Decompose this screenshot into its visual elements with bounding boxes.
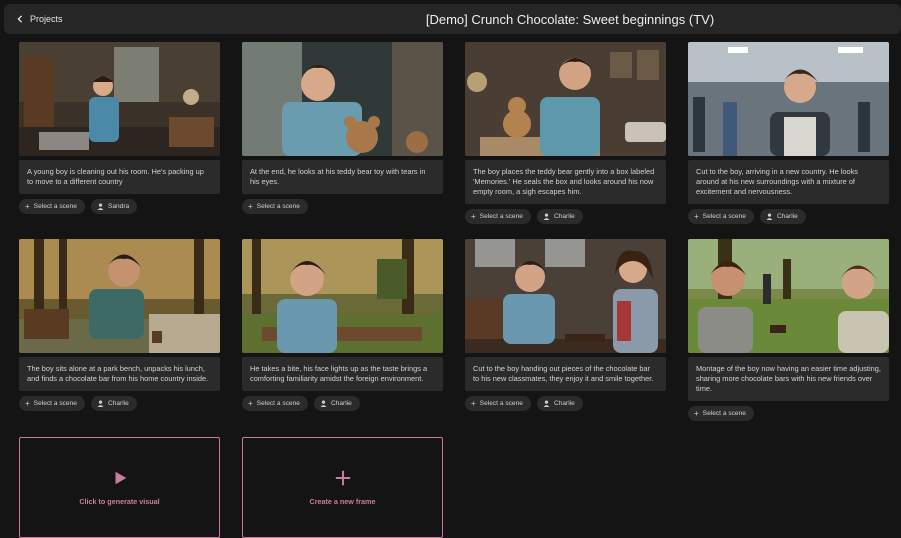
frame-caption[interactable]: Cut to the boy handing out pieces of the… bbox=[465, 357, 666, 391]
plus-icon bbox=[335, 470, 350, 486]
plus-icon: + bbox=[471, 211, 476, 221]
create-new-frame-label: Create a new frame bbox=[309, 497, 376, 506]
back-to-projects-button[interactable]: Projects bbox=[16, 14, 63, 24]
frame-caption[interactable]: A young boy is cleaning out his room. He… bbox=[19, 160, 220, 194]
person-icon bbox=[97, 203, 104, 210]
frame-card: The boy sits alone at a park bench, unpa… bbox=[19, 239, 220, 411]
frame-caption[interactable]: Montage of the boy now having an easier … bbox=[688, 357, 889, 401]
page-title: [Demo] Crunch Chocolate: Sweet beginning… bbox=[425, 11, 715, 27]
plus-icon: + bbox=[248, 201, 253, 211]
frame-thumbnail[interactable] bbox=[19, 42, 220, 156]
person-icon bbox=[543, 400, 550, 407]
frame-caption[interactable]: At the end, he looks at his teddy bear t… bbox=[242, 160, 443, 194]
plus-icon: + bbox=[25, 201, 30, 211]
person-icon bbox=[320, 400, 327, 407]
generate-visual-card[interactable]: Click to generate visual bbox=[19, 437, 220, 538]
character-chip[interactable]: Charlie bbox=[536, 209, 583, 224]
frame-thumbnail[interactable] bbox=[688, 239, 889, 353]
select-scene-button[interactable]: + Select a scene bbox=[465, 396, 531, 411]
create-new-frame-card[interactable]: Create a new frame bbox=[242, 437, 443, 538]
frame-card: A young boy is cleaning out his room. He… bbox=[19, 42, 220, 214]
plus-icon: + bbox=[694, 408, 699, 418]
person-icon bbox=[766, 213, 773, 220]
select-scene-button[interactable]: + Select a scene bbox=[688, 209, 754, 224]
select-scene-button[interactable]: + Select a scene bbox=[19, 396, 85, 411]
frame-thumbnail[interactable] bbox=[242, 239, 443, 353]
select-scene-button[interactable]: + Select a scene bbox=[465, 209, 531, 224]
frame-caption[interactable]: Cut to the boy, arriving in a new countr… bbox=[688, 160, 889, 204]
select-scene-button[interactable]: + Select a scene bbox=[242, 199, 308, 214]
frame-caption[interactable]: He takes a bite, his face lights up as t… bbox=[242, 357, 443, 391]
top-bar: Projects [Demo] Crunch Chocolate: Sweet … bbox=[4, 4, 901, 34]
person-icon bbox=[543, 213, 550, 220]
select-scene-button[interactable]: + Select a scene bbox=[688, 406, 754, 421]
character-chip[interactable]: Charlie bbox=[90, 396, 137, 411]
plus-icon: + bbox=[248, 398, 253, 408]
back-label: Projects bbox=[30, 14, 63, 24]
plus-icon: + bbox=[25, 398, 30, 408]
character-chip[interactable]: Sandra bbox=[90, 199, 138, 214]
chevron-left-icon bbox=[17, 15, 23, 23]
generate-visual-label: Click to generate visual bbox=[79, 497, 160, 506]
frame-thumbnail[interactable] bbox=[242, 42, 443, 156]
character-chip[interactable]: Charlie bbox=[759, 209, 806, 224]
frame-thumbnail[interactable] bbox=[465, 239, 666, 353]
play-icon bbox=[115, 471, 126, 485]
character-chip[interactable]: Charlie bbox=[313, 396, 360, 411]
plus-icon: + bbox=[694, 211, 699, 221]
select-scene-button[interactable]: + Select a scene bbox=[19, 199, 85, 214]
frame-thumbnail[interactable] bbox=[19, 239, 220, 353]
frame-thumbnail[interactable] bbox=[465, 42, 666, 156]
frame-thumbnail[interactable] bbox=[688, 42, 889, 156]
person-icon bbox=[97, 400, 104, 407]
frame-caption[interactable]: The boy sits alone at a park bench, unpa… bbox=[19, 357, 220, 391]
character-chip[interactable]: Charlie bbox=[536, 396, 583, 411]
frame-card: He takes a bite, his face lights up as t… bbox=[242, 239, 443, 411]
frame-card: Montage of the boy now having an easier … bbox=[688, 239, 889, 421]
frame-caption[interactable]: The boy places the teddy bear gently int… bbox=[465, 160, 666, 204]
frame-card: At the end, he looks at his teddy bear t… bbox=[242, 42, 443, 214]
frame-card: Cut to the boy, arriving in a new countr… bbox=[688, 42, 889, 224]
frame-card: The boy places the teddy bear gently int… bbox=[465, 42, 666, 224]
select-scene-button[interactable]: + Select a scene bbox=[242, 396, 308, 411]
plus-icon: + bbox=[471, 398, 476, 408]
frame-card: Cut to the boy handing out pieces of the… bbox=[465, 239, 666, 411]
